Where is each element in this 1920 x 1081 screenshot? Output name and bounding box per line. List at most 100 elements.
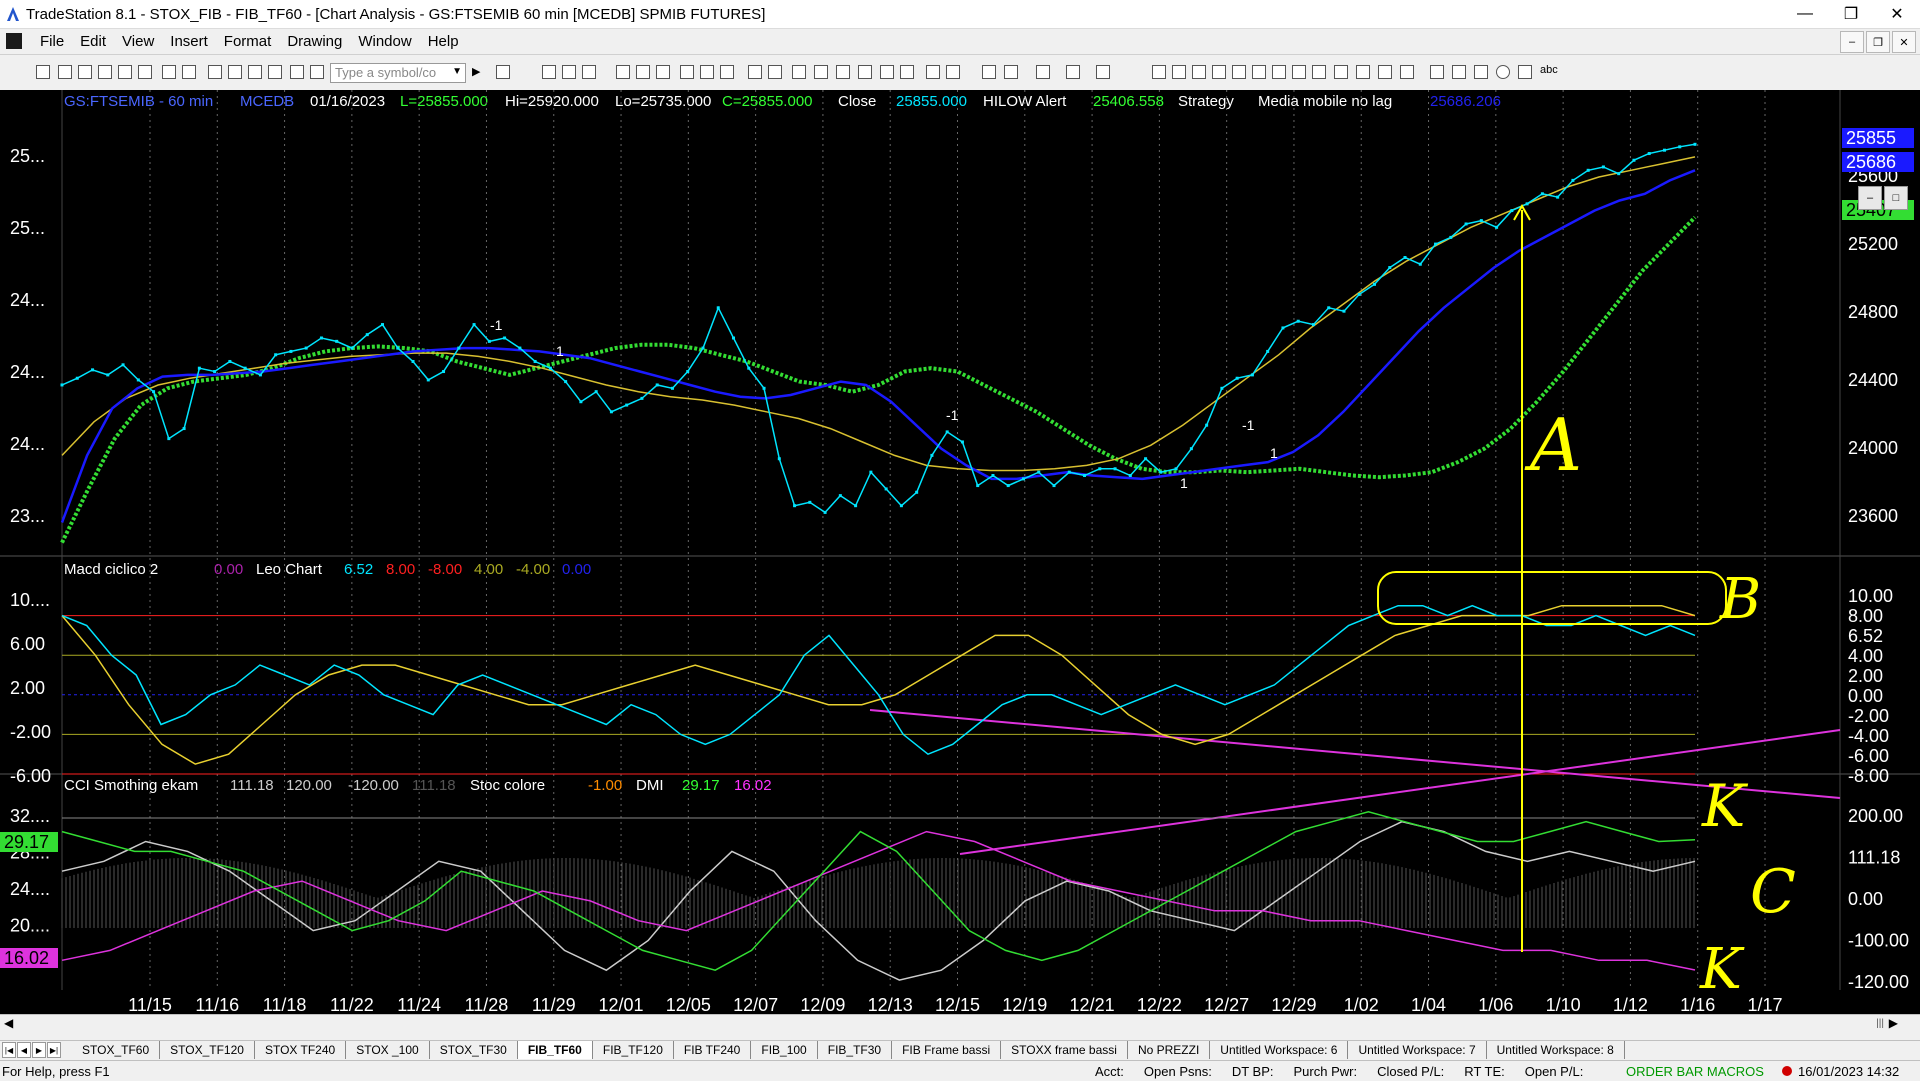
tools-icon[interactable] <box>1036 65 1050 79</box>
showme-icon[interactable] <box>656 65 670 79</box>
workspace-tab[interactable]: FIB_TF30 <box>818 1041 893 1059</box>
workspace-tab[interactable]: FIB_TF120 <box>593 1041 674 1059</box>
workspace-tab[interactable]: Untitled Workspace: 7 <box>1348 1041 1487 1059</box>
tile-icon[interactable] <box>228 65 242 79</box>
workspace-tab[interactable]: Untitled Workspace: 8 <box>1487 1041 1625 1059</box>
workspace-tab[interactable]: FIB Frame bassi <box>892 1041 1002 1059</box>
format-icon[interactable] <box>290 65 304 79</box>
zoom-in-icon[interactable] <box>926 65 940 79</box>
expand-icon[interactable] <box>900 65 914 79</box>
tab-next-icon[interactable]: ▶ <box>32 1042 46 1058</box>
point-figure-icon[interactable] <box>858 65 872 79</box>
candle-icon[interactable] <box>814 65 828 79</box>
tab-last-icon[interactable]: ▶| <box>47 1042 61 1058</box>
line-chart-icon[interactable] <box>836 65 850 79</box>
tab-first-icon[interactable]: |◀ <box>2 1042 16 1058</box>
workspace-tab[interactable]: STOX_TF60 <box>72 1041 161 1059</box>
gann-fan-icon[interactable] <box>1292 65 1306 79</box>
new-file-icon[interactable] <box>36 65 50 79</box>
tab-prev-icon[interactable]: ◀ <box>17 1042 31 1058</box>
print-preview-icon[interactable] <box>182 65 196 79</box>
lock-icon[interactable] <box>248 65 262 79</box>
workspace-tab[interactable]: STOX_TF30 <box>430 1041 518 1059</box>
history-icon[interactable] <box>768 65 782 79</box>
menu-drawing[interactable]: Drawing <box>279 33 350 50</box>
new-window-icon[interactable] <box>98 65 112 79</box>
menu-edit[interactable]: Edit <box>72 33 114 50</box>
arrow-up-icon[interactable] <box>1474 65 1488 79</box>
link-icon[interactable] <box>268 65 282 79</box>
workspace-tab[interactable]: STOXX frame bassi <box>1001 1041 1128 1059</box>
speed-lines-icon[interactable] <box>1252 65 1266 79</box>
zoom-out-icon[interactable] <box>946 65 960 79</box>
symbol-input[interactable]: Type a symbol/co ▼ <box>330 63 466 83</box>
andrews-pitchfork-icon[interactable] <box>1272 65 1286 79</box>
horizontal-scrollbar[interactable]: ◀ ||| ▶ <box>0 1014 1920 1033</box>
arrow-down-icon[interactable] <box>1452 65 1466 79</box>
symbol-list-icon[interactable] <box>700 65 714 79</box>
chart-minimize-button[interactable]: – <box>1858 186 1882 210</box>
percent-icon[interactable] <box>1400 65 1414 79</box>
matrix-icon[interactable] <box>582 65 596 79</box>
chart-svg[interactable]: GS:FTSEMIB - 60 min MCEDB 01/16/2023 L=2… <box>0 90 1920 1014</box>
regression-icon[interactable] <box>1312 65 1326 79</box>
menu-window[interactable]: Window <box>350 33 419 50</box>
workspace-tab[interactable]: No PREZZI <box>1128 1041 1211 1059</box>
find-icon[interactable] <box>496 65 510 79</box>
scroll-grip-icon[interactable]: ||| <box>1876 1018 1884 1029</box>
radar-screen-icon[interactable] <box>562 65 576 79</box>
shrink-icon[interactable] <box>880 65 894 79</box>
mdi-restore-button[interactable]: ❐ <box>1866 31 1890 53</box>
ellipse-icon[interactable] <box>1496 65 1510 79</box>
chart-type-icon[interactable] <box>310 65 324 79</box>
chart-maximize-button[interactable]: □ <box>1884 186 1908 210</box>
strategy-icon[interactable] <box>636 65 650 79</box>
options-icon[interactable] <box>1096 65 1110 79</box>
print-icon[interactable] <box>162 65 176 79</box>
play-icon[interactable]: ▶ <box>472 65 486 79</box>
save-all-icon[interactable] <box>138 65 152 79</box>
maximize-button[interactable]: ❐ <box>1828 0 1874 28</box>
open-folder-icon[interactable] <box>58 65 72 79</box>
scroll-right-icon[interactable]: ▶ <box>1889 1016 1898 1030</box>
indicator-icon[interactable] <box>616 65 630 79</box>
chevron-down-icon[interactable]: ▼ <box>452 66 462 77</box>
text-tool-label[interactable]: abc <box>1540 64 1558 76</box>
cascade-icon[interactable] <box>208 65 222 79</box>
menu-file[interactable]: File <box>32 33 72 50</box>
chart-window-icon[interactable] <box>6 33 22 49</box>
workspace-tab[interactable]: Untitled Workspace: 6 <box>1210 1041 1349 1059</box>
horizontal-lines-icon[interactable] <box>1192 65 1206 79</box>
fib-arc-icon[interactable] <box>1334 65 1348 79</box>
workspace-tab[interactable]: STOX_TF120 <box>160 1041 255 1059</box>
scroll-left-icon[interactable]: ◀ <box>4 1016 13 1030</box>
cursor-icon[interactable] <box>982 65 996 79</box>
minimize-button[interactable]: — <box>1782 0 1828 28</box>
trendline-icon[interactable] <box>1152 65 1166 79</box>
workspace-tab[interactable]: STOX _100 <box>346 1041 430 1059</box>
macro-icon[interactable] <box>1066 65 1080 79</box>
data-window-icon[interactable] <box>680 65 694 79</box>
save-icon[interactable] <box>118 65 132 79</box>
point-line-icon[interactable] <box>1378 65 1392 79</box>
mdi-close-button[interactable]: ✕ <box>1892 31 1916 53</box>
workspace-tab[interactable]: STOX TF240 <box>255 1041 347 1059</box>
refresh-icon[interactable] <box>720 65 734 79</box>
open-workspace-icon[interactable] <box>78 65 92 79</box>
alarm-icon[interactable] <box>748 65 762 79</box>
bar-chart-icon[interactable] <box>792 65 806 79</box>
menu-view[interactable]: View <box>114 33 162 50</box>
order-bar-macros[interactable]: ORDER BAR MACROS <box>1626 1064 1764 1079</box>
fibonacci-icon[interactable] <box>1232 65 1246 79</box>
workspace-tab[interactable]: FIB TF240 <box>674 1041 752 1059</box>
workspace-tab[interactable]: FIB_TF60 <box>517 1041 593 1059</box>
workspace-tab[interactable]: FIB_100 <box>751 1041 818 1059</box>
cycle-icon[interactable] <box>1356 65 1370 79</box>
channel-icon[interactable] <box>1212 65 1226 79</box>
close-button[interactable]: ✕ <box>1874 0 1920 28</box>
menu-format[interactable]: Format <box>216 33 280 50</box>
menu-help[interactable]: Help <box>420 33 467 50</box>
chart-analysis-icon[interactable] <box>542 65 556 79</box>
rectangle-icon[interactable] <box>1518 65 1532 79</box>
mdi-minimize-button[interactable]: – <box>1840 31 1864 53</box>
